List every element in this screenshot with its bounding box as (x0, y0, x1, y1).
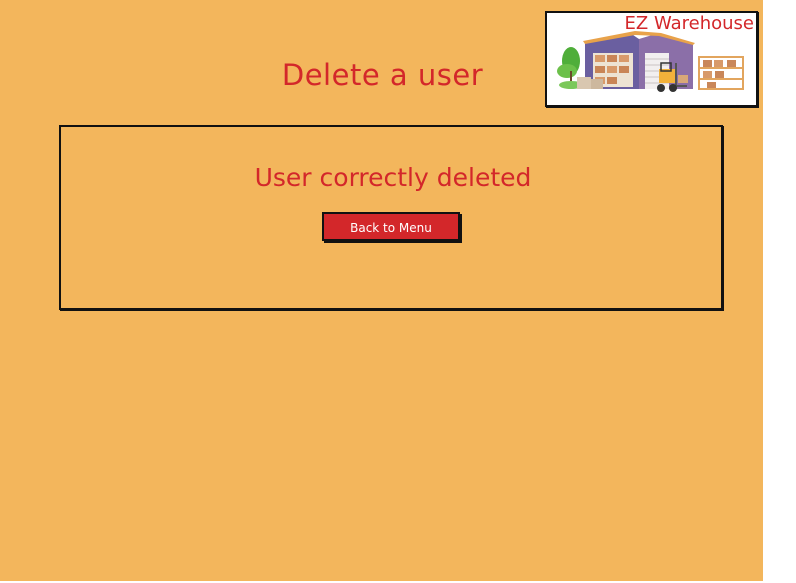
page-title: Delete a user (281, 58, 484, 92)
status-message: User correctly deleted (254, 163, 532, 192)
result-panel: User correctly deleted Back to Menu (59, 125, 723, 310)
logo-text: EZ Warehouse (624, 13, 754, 34)
back-to-menu-button[interactable]: Back to Menu (322, 212, 460, 241)
app-canvas: Delete a user EZ Warehouse User correctl… (0, 0, 763, 581)
logo: EZ Warehouse (545, 11, 758, 107)
